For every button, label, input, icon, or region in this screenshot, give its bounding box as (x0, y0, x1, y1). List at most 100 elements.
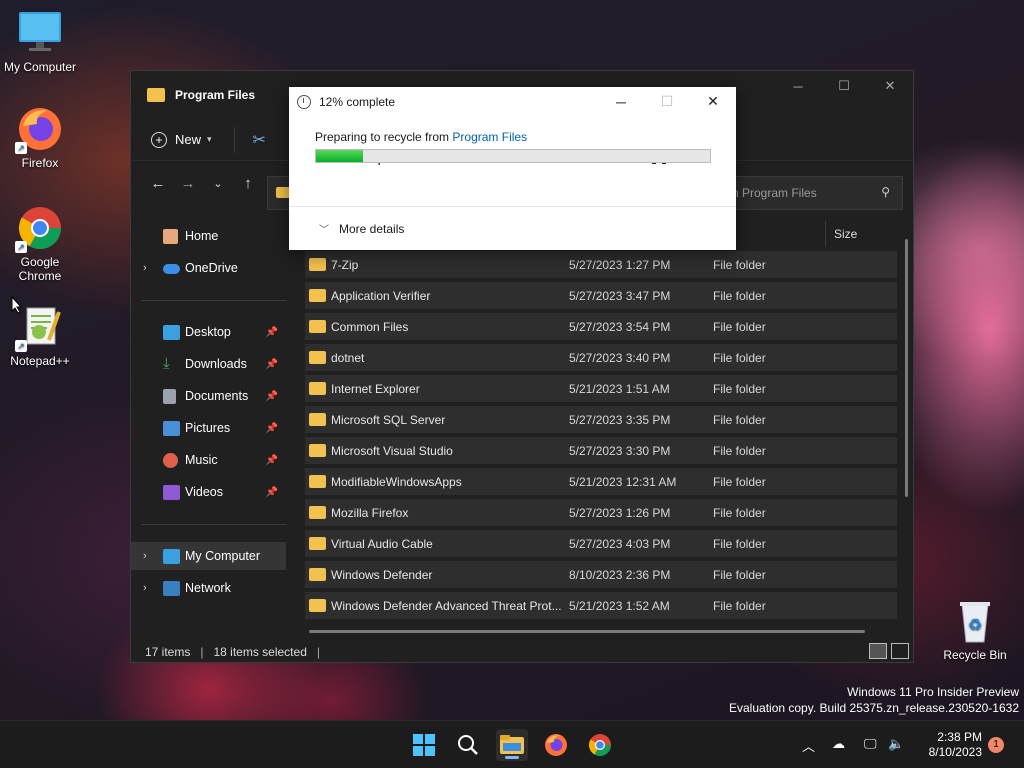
file-name: Windows Defender (331, 567, 433, 582)
desktop-icon-label: Firefox (21, 156, 59, 170)
plus-icon: + (151, 131, 167, 148)
pin-icon[interactable]: 📌 (266, 327, 278, 338)
file-row[interactable]: Common Files 5/27/2023 3:54 PM File folder (305, 313, 897, 340)
network-icon[interactable]: 🖵 (864, 736, 877, 752)
recent-locations-button[interactable]: ⌄ (203, 177, 233, 190)
clock-date: 8/10/2023 (928, 745, 982, 759)
file-row[interactable]: Windows Defender 8/10/2023 2:36 PM File fo… (305, 561, 897, 588)
chevron-right-icon[interactable]: › (143, 550, 147, 562)
taskbar-chrome[interactable] (584, 729, 616, 761)
start-button[interactable] (408, 729, 440, 761)
sidebar-item-videos[interactable]: Videos 📌 (131, 478, 286, 506)
pin-icon[interactable]: 📌 (266, 391, 278, 402)
file-row[interactable]: 7-Zip 5/27/2023 1:27 PM File folder (305, 251, 897, 278)
sidebar-item-my-computer[interactable]: › My Computer (131, 542, 286, 570)
tiles-view-icon[interactable] (891, 643, 909, 659)
file-date-modified: 5/21/2023 1:51 AM (569, 381, 670, 396)
sidebar-item-downloads[interactable]: ⤓ Downloads 📌 (131, 350, 286, 378)
sidebar-item-pictures[interactable]: Pictures 📌 (131, 414, 286, 442)
file-row[interactable]: dotnet 5/27/2023 3:40 PM File folder (305, 344, 897, 371)
sidebar-item-documents[interactable]: Documents 📌 (131, 382, 286, 410)
file-row[interactable]: Microsoft Visual Studio 5/27/2023 3:30 PM… (305, 437, 897, 464)
file-name: dotnet (331, 350, 365, 365)
folder-icon (309, 258, 326, 271)
desktop-icon-recycle-bin[interactable]: ♻ Recycle Bin (935, 598, 1015, 662)
dialog-minimize-button[interactable]: ─ (598, 87, 644, 116)
source-folder-link[interactable]: Program Files (452, 130, 527, 144)
up-button[interactable]: ↑ (233, 175, 263, 192)
file-type: File folder (713, 288, 766, 303)
details-view-icon[interactable] (869, 643, 887, 659)
onedrive-offline-icon[interactable]: ☁ (832, 736, 845, 752)
vertical-scrollbar[interactable] (905, 239, 908, 497)
folder-icon (309, 320, 326, 333)
folder-icon (309, 444, 326, 457)
chevron-right-icon[interactable]: › (143, 582, 147, 594)
more-details-toggle[interactable]: ﹀ More details (319, 221, 404, 237)
folder-icon (309, 382, 326, 395)
dialog-maximize-button: ☐ (660, 93, 674, 109)
monitor-icon (17, 10, 63, 56)
chevron-down-icon: ﹀ (319, 225, 329, 236)
show-hidden-icons-chevron-icon[interactable]: ︿ (802, 736, 815, 755)
search-input[interactable]: h Program Files ⚲ (721, 176, 903, 210)
sidebar-item-desktop[interactable]: Desktop 📌 (131, 318, 286, 346)
evaluation-watermark: Windows 11 Pro Insider Preview Evaluatio… (729, 684, 1019, 716)
sidebar-divider (141, 300, 286, 301)
file-row[interactable]: Internet Explorer 5/21/2023 1:51 AM File f… (305, 375, 897, 402)
music-icon (163, 452, 178, 468)
file-row[interactable]: Virtual Audio Cable 5/27/2023 4:03 PM File… (305, 530, 897, 557)
cut-icon[interactable]: ✂ (253, 130, 266, 150)
column-header-size[interactable]: Size (825, 221, 915, 247)
desktop-icon-chrome[interactable]: ↗ Google Chrome (0, 205, 80, 283)
folder-icon (309, 413, 326, 426)
desktop-icon-my-computer[interactable]: My Computer (0, 10, 80, 74)
cloud-icon (163, 264, 180, 274)
forward-button[interactable]: → (173, 175, 203, 192)
maximize-button[interactable]: ☐ (821, 71, 867, 101)
chevron-right-icon[interactable]: › (143, 262, 147, 274)
minimize-button[interactable]: ─ (775, 71, 821, 101)
file-row[interactable]: Application Verifier 5/27/2023 3:47 PM Fil… (305, 282, 897, 309)
firefox-icon (545, 734, 567, 756)
taskbar: ︿ ☁ 🖵 🔈 2:38 PM 8/10/2023 1 (0, 720, 1024, 768)
view-switcher (869, 643, 909, 659)
new-button[interactable]: + New ▾ (151, 131, 212, 148)
file-row[interactable]: ModifiableWindowsApps 5/21/2023 12:31 AM F… (305, 468, 897, 495)
notification-badge[interactable]: 1 (988, 737, 1004, 753)
sidebar-item-network[interactable]: › Network (131, 574, 286, 602)
operation-description: Preparing to recycle from Program Files (315, 130, 736, 144)
desktop-icon-label: My Computer (3, 60, 77, 74)
back-button[interactable]: ← (143, 175, 173, 192)
clock-time: 2:38 PM (937, 730, 982, 744)
folder-icon (309, 351, 326, 364)
system-clock[interactable]: 2:38 PM 8/10/2023 (916, 730, 982, 760)
watermark-line-2: Evaluation copy. Build 25375.zn_release.… (729, 701, 1019, 715)
taskbar-firefox[interactable] (540, 729, 572, 761)
volume-icon[interactable]: 🔈 (888, 736, 904, 752)
pin-icon[interactable]: 📌 (266, 423, 278, 434)
search-button[interactable] (452, 729, 484, 761)
sidebar-item-music[interactable]: Music 📌 (131, 446, 286, 474)
file-list: 7-Zip 5/27/2023 1:27 PM File folder Applica… (305, 251, 897, 623)
firefox-icon: ↗ (15, 106, 63, 154)
desktop-icon-label: Notepad++ (10, 354, 70, 368)
horizontal-scrollbar[interactable] (309, 630, 865, 633)
file-row[interactable]: Mozilla Firefox 5/27/2023 1:26 PM File fol… (305, 499, 897, 526)
pin-icon[interactable]: 📌 (266, 359, 278, 370)
dialog-close-button[interactable]: ✕ (690, 87, 736, 116)
file-type: File folder (713, 350, 766, 365)
desktop-icon-firefox[interactable]: ↗ Firefox (0, 106, 80, 170)
file-row[interactable]: Windows Defender Advanced Threat Prot...… (305, 592, 897, 619)
file-type: File folder (713, 536, 766, 551)
sidebar-item-home[interactable]: Home (131, 222, 286, 250)
dialog-divider (289, 206, 736, 207)
pin-icon[interactable]: 📌 (266, 455, 278, 466)
close-button[interactable]: ✕ (867, 71, 913, 101)
sidebar-item-onedrive[interactable]: › OneDrive (131, 254, 286, 282)
taskbar-file-explorer[interactable] (496, 729, 528, 761)
pin-icon[interactable]: 📌 (266, 487, 278, 498)
clock-icon (297, 94, 311, 109)
file-row[interactable]: Microsoft SQL Server 5/27/2023 3:35 PM Fil… (305, 406, 897, 433)
file-name: Microsoft SQL Server (331, 412, 446, 427)
